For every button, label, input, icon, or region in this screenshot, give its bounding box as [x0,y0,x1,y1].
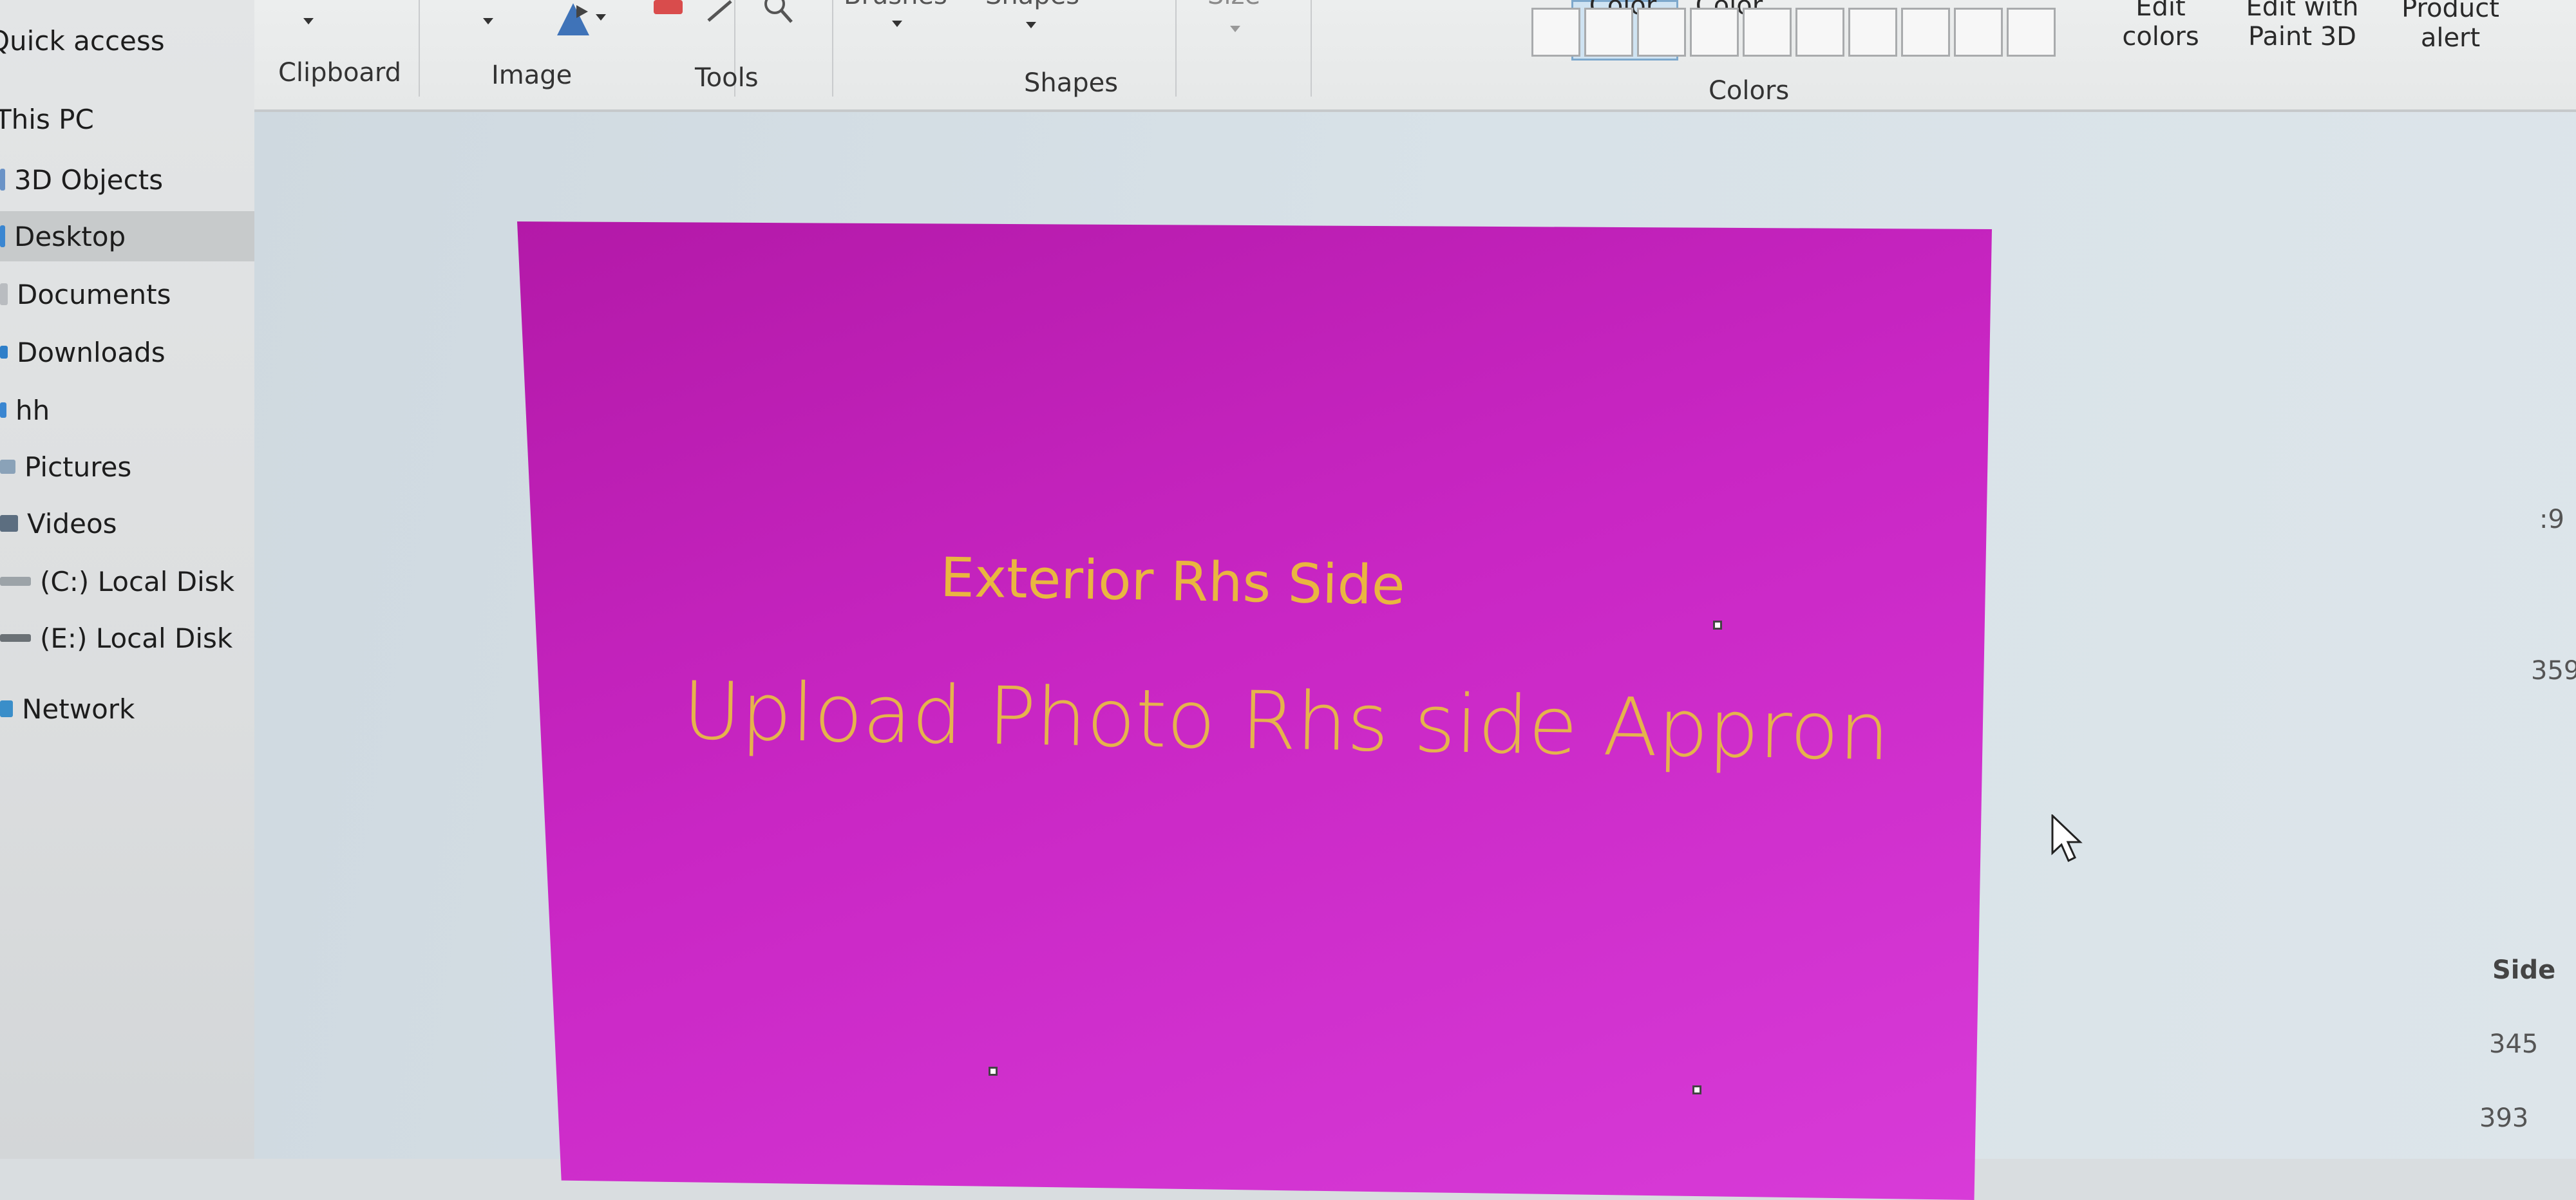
eraser-icon[interactable] [650,0,689,19]
canvas-resize-handle-right[interactable] [1713,621,1722,630]
rotate-dropdown-icon[interactable] [596,14,606,21]
nav-item-label: Documents [17,278,171,310]
brushes-dropdown-icon[interactable] [892,21,902,27]
palette-swatch[interactable] [1743,8,1792,57]
nav-item-videos[interactable]: Videos [0,498,254,548]
palette-swatch[interactable] [1637,8,1686,57]
group-divider [1175,0,1177,97]
nav-item-pictures[interactable]: Pictures [0,442,254,492]
canvas-workspace[interactable]: Exterior Rhs Side Upload Photo Rhs side … [254,112,2576,1200]
file-list-fragment: Side [2492,955,2556,985]
nav-item-label: Downloads [17,336,166,368]
navigation-pane: Quick access This PC 3D Objects Desktop … [0,0,254,1159]
file-list-fragment: 393 [2479,1103,2529,1133]
nav-item-downloads[interactable]: Downloads [0,327,254,377]
pictures-icon [0,460,15,474]
disk-drive-icon [0,577,31,586]
shapes-top-label[interactable]: Shapes [985,0,1079,10]
select-dropdown-icon[interactable] [483,18,493,24]
canvas-title-text: Exterior Rhs Side [940,545,1406,617]
group-label-colors: Colors [1709,76,1790,106]
network-icon [0,700,13,717]
documents-icon [0,283,8,305]
canvas-resize-handle-bottom[interactable] [989,1067,998,1076]
nav-item-this-pc[interactable]: This PC [0,94,249,144]
disk-drive-icon [0,634,31,642]
palette-swatch[interactable] [1584,8,1633,57]
nav-item-documents[interactable]: Documents [0,269,254,319]
videos-icon [0,515,18,532]
group-label-tools: Tools [695,63,759,93]
folder-3d-icon [0,169,5,191]
nav-item-network[interactable]: Network [0,684,254,734]
nav-item-label: hh [15,394,50,426]
group-divider [832,0,833,97]
nav-item-3d-objects[interactable]: 3D Objects [0,155,254,205]
music-icon [0,402,6,418]
file-list-fragment: 359 [2531,656,2576,686]
nav-item-label: Videos [27,507,117,539]
nav-item-label: (E:) Local Disk [40,622,233,654]
edit-colors-button[interactable]: Edit colors [2093,0,2228,52]
nav-item-label: Desktop [14,220,126,252]
nav-item-label: (C:) Local Disk [40,565,235,597]
size-dropdown-icon[interactable] [1230,26,1240,32]
nav-item-label: Quick access [0,24,165,57]
product-alert-button[interactable]: Product alert [2386,0,2515,53]
size-label[interactable]: Size [1208,0,1260,10]
nav-item-hh[interactable]: hh [0,385,254,435]
group-divider [1311,0,1312,97]
nav-item-label: 3D Objects [14,164,164,196]
mouse-cursor-icon [2051,814,2083,863]
palette-swatch[interactable] [1690,8,1739,57]
shapes-dropdown-icon[interactable] [1026,22,1036,28]
nav-item-quick-access[interactable]: Quick access [0,15,243,66]
paste-dropdown-icon[interactable] [303,18,314,24]
palette-swatch[interactable] [1795,8,1844,57]
magnifier-icon[interactable] [763,0,795,26]
group-label-shapes: Shapes [1024,68,1119,98]
palette-swatch[interactable] [1901,8,1950,57]
group-label-image: Image [491,61,573,90]
edit-with-paint3d-button[interactable]: Edit with Paint 3D [2228,0,2376,52]
nav-item-label: This PC [0,103,94,135]
canvas-resize-handle-corner[interactable] [1692,1085,1701,1094]
nav-item-e-drive[interactable]: (E:) Local Disk [0,613,254,663]
download-arrow-icon [0,346,8,359]
group-divider [419,0,420,97]
palette-swatch[interactable] [1848,8,1897,57]
file-list-fragment: 345 [2489,1029,2539,1059]
nav-item-c-drive[interactable]: (C:) Local Disk [0,556,254,606]
file-list-fragment: :9 [2539,505,2564,534]
palette-swatch[interactable] [1954,8,2003,57]
palette-swatch[interactable] [1531,8,1580,57]
nav-item-label: Network [22,693,135,725]
nav-item-desktop[interactable]: Desktop [0,211,254,261]
rotate-icon[interactable] [551,0,596,39]
desktop-icon [0,225,5,247]
group-label-clipboard: Clipboard [278,58,402,88]
palette-swatch[interactable] [2007,8,2056,57]
ribbon-toolbar: Brushes Shapes Size Clipboard Image Tool… [254,0,2576,112]
nav-item-label: Pictures [24,451,132,483]
brushes-label[interactable]: Brushes [844,0,947,10]
color-picker-icon[interactable] [705,0,737,23]
